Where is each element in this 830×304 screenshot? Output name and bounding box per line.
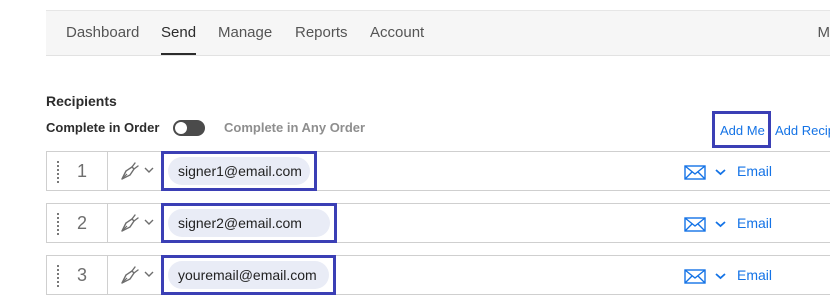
recipient-order-number: 3: [76, 265, 87, 285]
complete-any-order-label: Complete in Any Order: [224, 120, 366, 135]
order-toggle[interactable]: [173, 120, 205, 136]
email-highlight: youremail@email.com: [161, 255, 336, 295]
recipient-email-field[interactable]: signer2@email.com: [168, 209, 330, 237]
top-divider: [46, 0, 830, 11]
envelope-icon[interactable]: [684, 165, 706, 180]
delivery-method-dropdown[interactable]: Email: [737, 256, 772, 294]
recipients-heading: Recipients: [46, 93, 117, 109]
role-chevron-down-icon[interactable]: [144, 218, 154, 226]
recipient-email-field[interactable]: youremail@email.com: [168, 261, 329, 289]
nav-tab-account[interactable]: Account: [370, 11, 424, 55]
nav-tab-manage[interactable]: Manage: [218, 11, 272, 55]
role-chevron-down-icon[interactable]: [144, 270, 154, 278]
drag-handle-icon[interactable]: [56, 160, 60, 184]
method-chevron-down-icon[interactable]: [715, 220, 726, 228]
delivery-method-dropdown[interactable]: Email: [737, 152, 772, 190]
email-highlight: signer1@email.com: [161, 151, 317, 191]
recipient-row: 1 signer1@email.com Email: [46, 151, 830, 191]
recipient-row: 2 signer2@email.com Email: [46, 203, 830, 243]
email-highlight: signer2@email.com: [161, 203, 337, 243]
nav-tab-overflow[interactable]: M: [818, 11, 830, 55]
delivery-method-dropdown[interactable]: Email: [737, 204, 772, 242]
drag-handle-icon[interactable]: [56, 212, 60, 236]
row-divider: [107, 256, 108, 294]
method-chevron-down-icon[interactable]: [715, 168, 726, 176]
pen-signer-icon[interactable]: [118, 161, 140, 183]
add-recipient-link[interactable]: Add Recip: [775, 123, 830, 138]
nav-tab-dashboard[interactable]: Dashboard: [66, 11, 139, 55]
nav-tab-send[interactable]: Send: [161, 11, 197, 55]
role-chevron-down-icon[interactable]: [144, 166, 154, 174]
complete-in-order-label: Complete in Order: [46, 120, 160, 135]
recipient-order-number: 2: [76, 213, 87, 233]
add-me-link[interactable]: Add Me: [720, 123, 765, 138]
recipient-order-number: 1: [76, 161, 87, 181]
method-chevron-down-icon[interactable]: [715, 272, 726, 280]
pen-signer-icon[interactable]: [118, 213, 140, 235]
top-nav-bar: Dashboard Send Manage Reports Account M: [46, 11, 830, 56]
envelope-icon[interactable]: [684, 269, 706, 284]
recipient-row: 3 youremail@email.com Email: [46, 255, 830, 295]
drag-handle-icon[interactable]: [56, 264, 60, 288]
pen-signer-icon[interactable]: [118, 265, 140, 287]
toggle-knob: [175, 122, 187, 134]
row-divider: [107, 204, 108, 242]
row-divider: [107, 152, 108, 190]
nav-tab-reports[interactable]: Reports: [295, 11, 348, 55]
recipient-email-field[interactable]: signer1@email.com: [168, 157, 310, 185]
envelope-icon[interactable]: [684, 217, 706, 232]
